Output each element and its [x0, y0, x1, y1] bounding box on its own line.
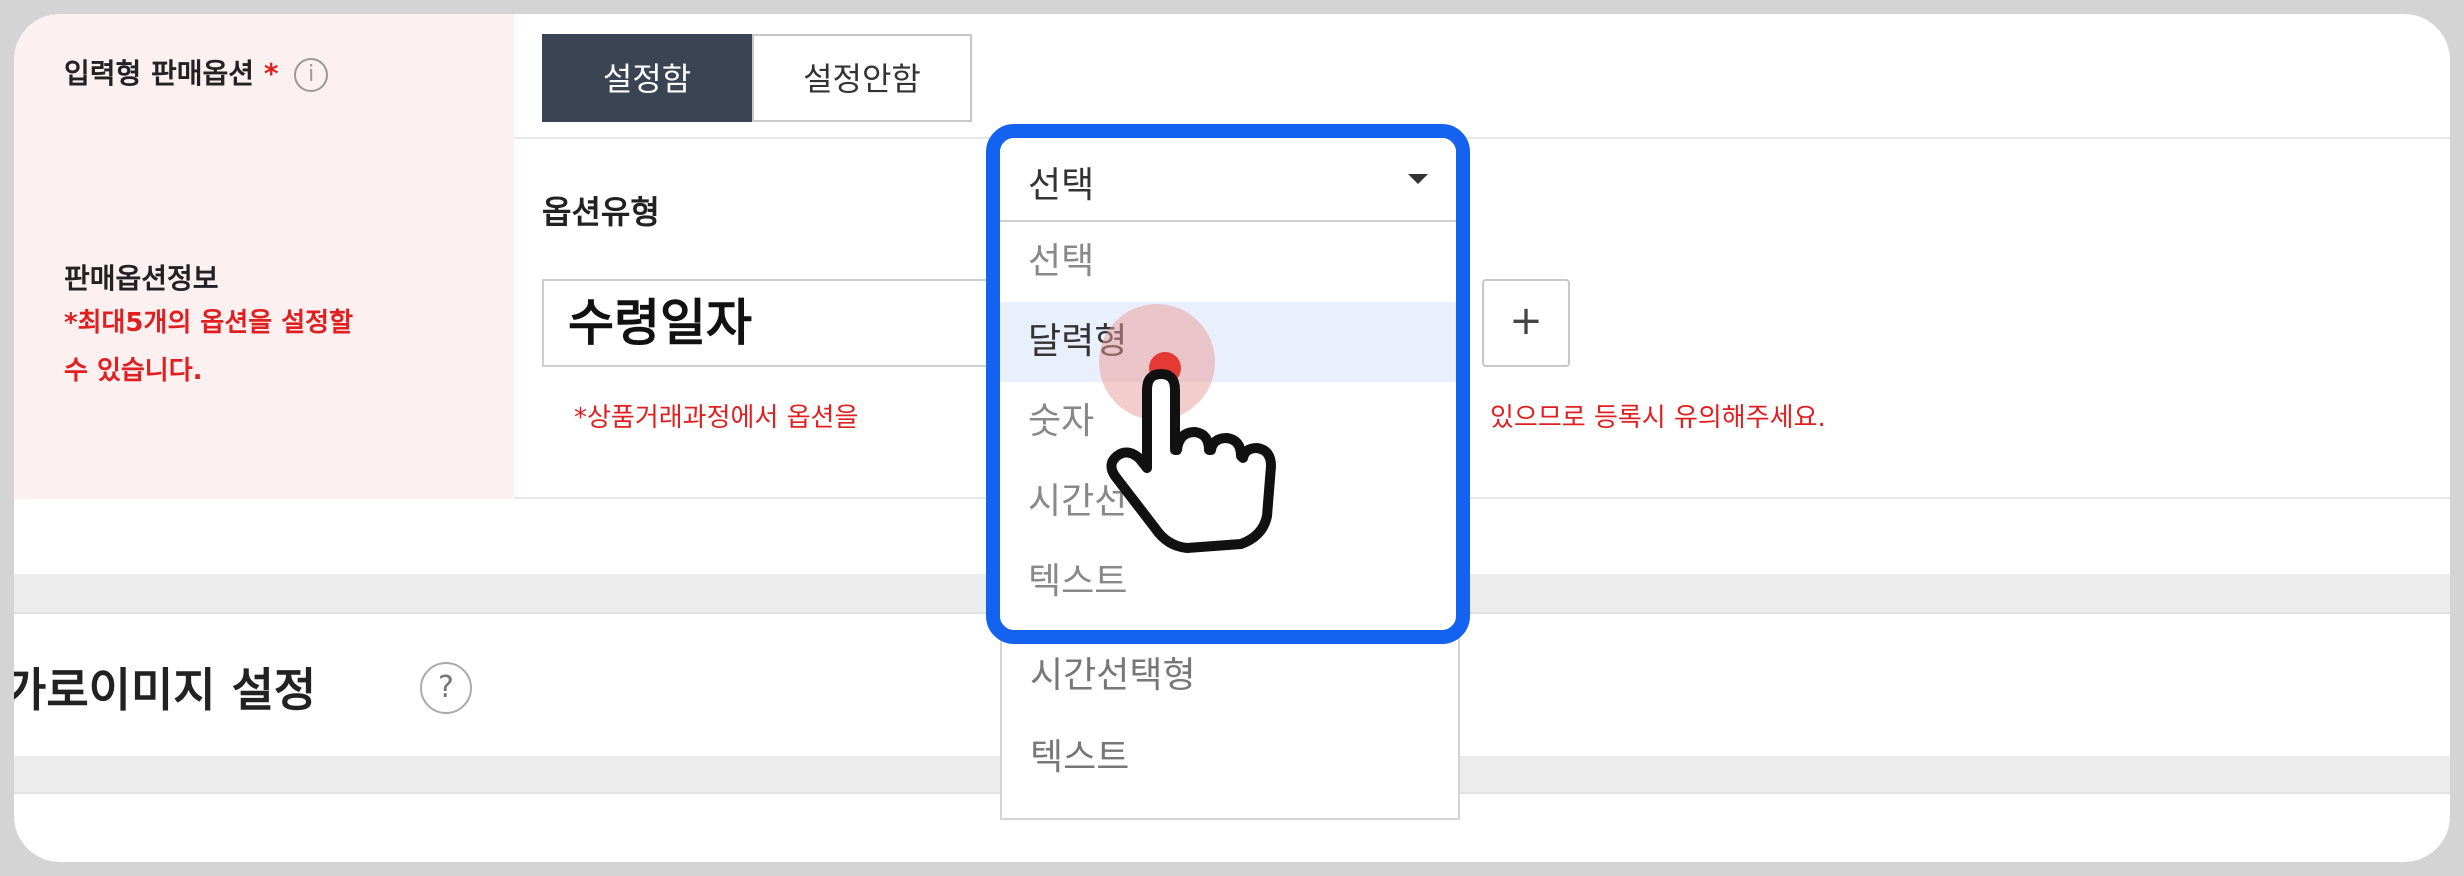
option-warning-left: *상품거래과정에서 옵션을: [574, 403, 859, 433]
chevron-down-icon: [1408, 174, 1428, 184]
image-section-title: 가로이미지 설정: [14, 663, 317, 717]
option-type-label: 옵션유형: [542, 193, 660, 231]
pointer-hand-icon: [1099, 304, 1276, 553]
dropdown-option-time[interactable]: 시간선택형: [1030, 646, 1196, 698]
input-option-label: 입력형 판매옵션 * i: [64, 52, 329, 92]
input-option-label-text: 입력형 판매옵션: [64, 57, 255, 90]
setting-off-button[interactable]: 설정안함: [752, 34, 972, 122]
option-warning-right: 있으므로 등록시 유의해주세요.: [1490, 403, 1826, 433]
max-options-note-line1: *최대5개의 옵션을 설정할: [64, 308, 353, 338]
sale-option-label: 판매옵션정보: [64, 262, 219, 295]
option-type-select[interactable]: 선택: [1000, 138, 1456, 222]
add-option-button[interactable]: +: [1482, 279, 1570, 367]
input-option-row: 입력형 판매옵션 * i 설정함 설정안함: [14, 14, 2450, 139]
select-value: 선택: [1028, 165, 1095, 206]
required-star: *: [263, 57, 279, 90]
dropdown-item-select[interactable]: 선택: [1000, 222, 1456, 302]
info-icon[interactable]: i: [294, 58, 329, 92]
setting-on-button[interactable]: 설정함: [542, 34, 752, 122]
help-icon[interactable]: ?: [420, 662, 472, 714]
dropdown-option-text[interactable]: 텍스트: [1030, 728, 1129, 780]
max-options-note-line2: 수 있습니다.: [64, 356, 203, 386]
